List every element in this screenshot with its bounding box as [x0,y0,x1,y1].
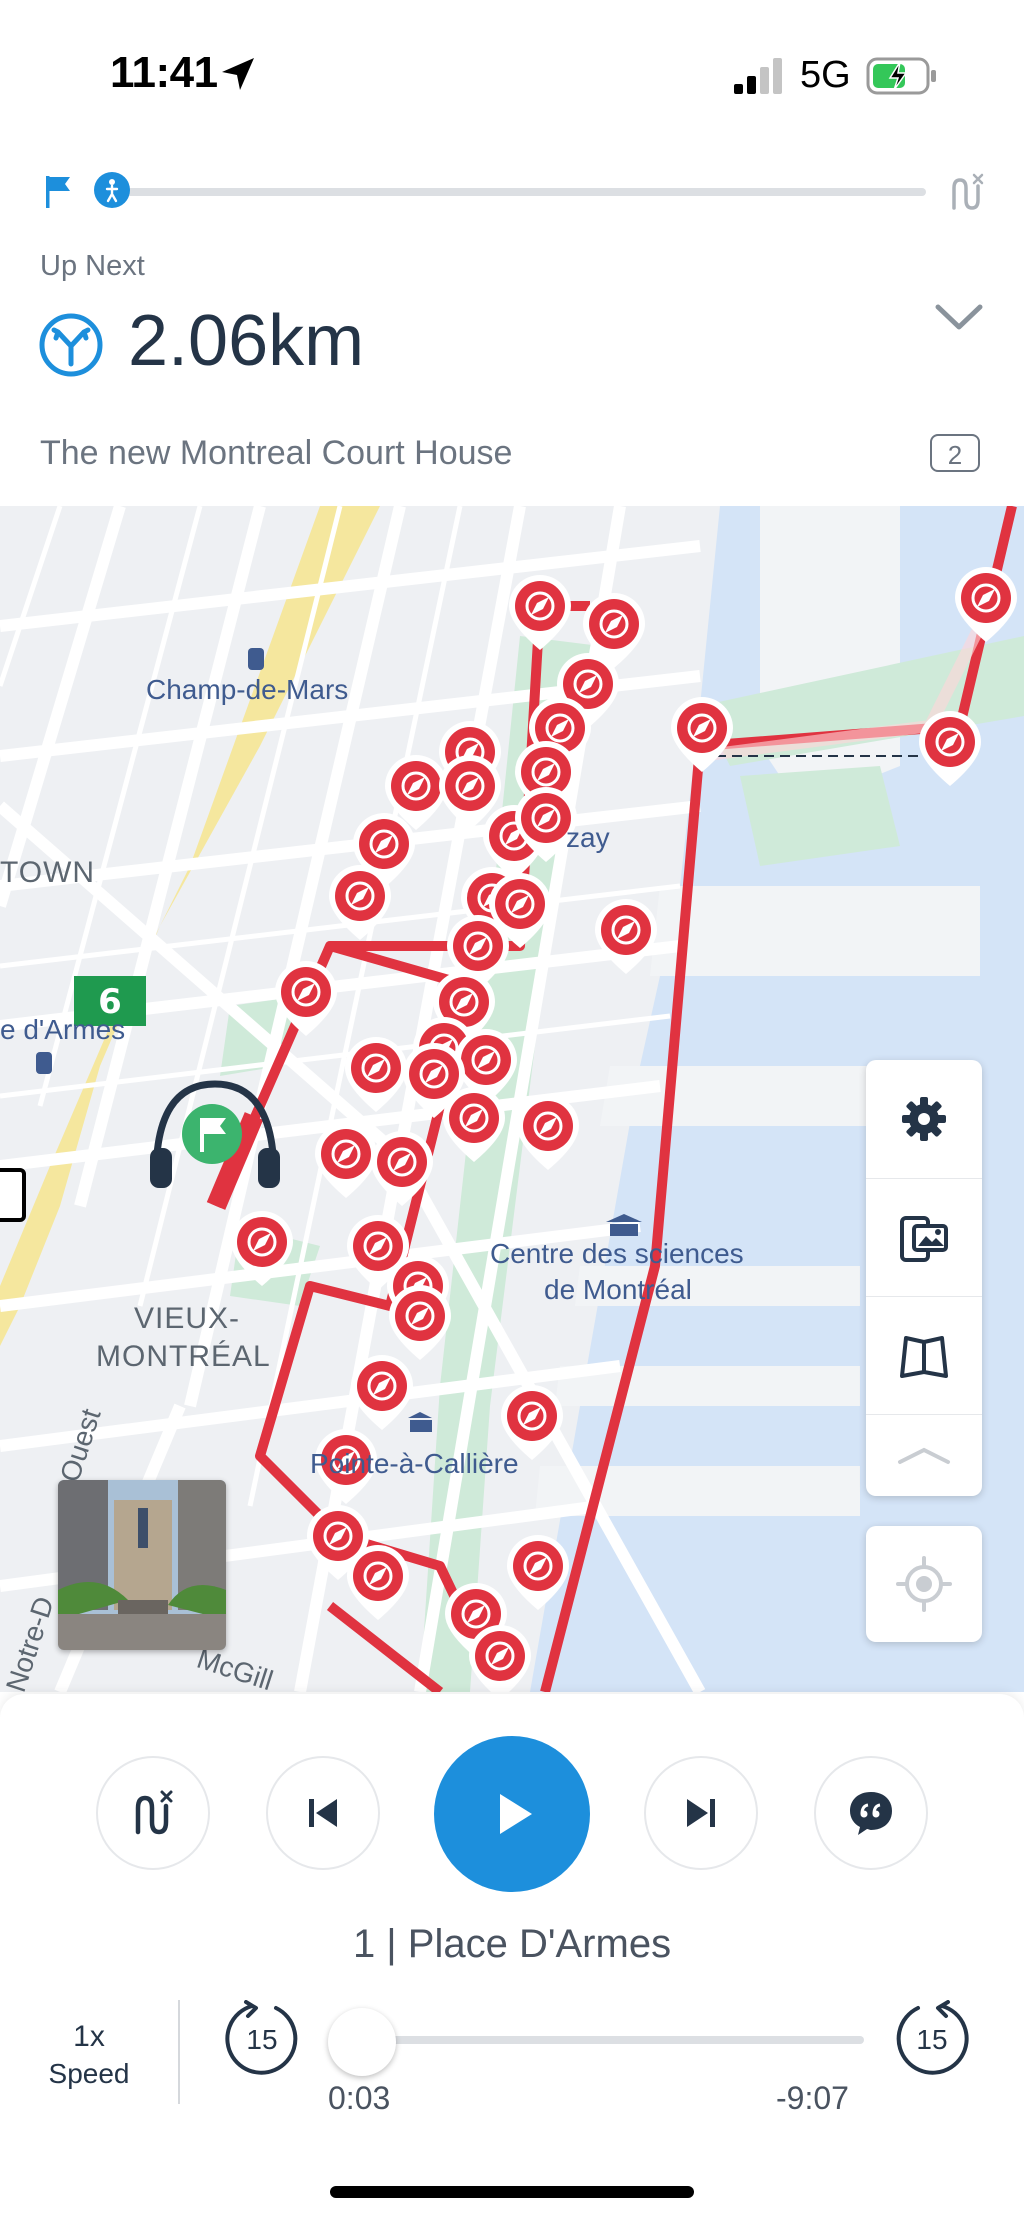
network-type: 5G [800,54,851,96]
location-arrow-icon [222,58,254,90]
skip-forward-15-button[interactable]: 15 [892,2000,972,2080]
recenter-location-button[interactable] [866,1526,982,1642]
play-icon [500,1794,532,1834]
previous-stop-button[interactable] [266,1756,380,1870]
stop-count-badge[interactable]: 2 [930,434,980,472]
route-end-icon[interactable] [946,172,986,214]
fork-direction-icon [39,313,103,377]
skip-back-seconds: 15 [246,2024,278,2055]
remaining-time: -9:07 [776,2080,849,2116]
speed-value: 1x [73,2020,105,2053]
map-label-de-montreal: de Montréal [544,1274,692,1305]
guide-book-button[interactable] [866,1296,982,1415]
map-label-vieux: VIEUX- [134,1302,241,1335]
map-controls-panel [866,1060,982,1496]
next-stop-street: The new Montreal Court House [40,434,513,472]
speed-divider [178,2000,180,2104]
elapsed-time: 0:03 [328,2080,391,2116]
stop-title: 1 | Place D'Armes [352,1922,672,1966]
status-time: 11:41 [110,48,218,97]
play-button[interactable] [434,1736,590,1892]
home-indicator [330,2186,694,2198]
transcript-button[interactable] [814,1756,928,1870]
next-distance: 2.06km [128,301,365,381]
settings-button[interactable] [866,1060,982,1178]
battery-charging-icon [866,57,936,95]
audio-progress-track[interactable] [364,2036,864,2044]
chevron-down-icon[interactable] [934,302,984,332]
gear-icon [902,1097,946,1141]
speed-label: Speed [48,2058,130,2089]
photo-gallery-button[interactable] [866,1178,982,1297]
route-button[interactable] [96,1756,210,1870]
audio-scrubber-knob[interactable] [328,2008,396,2076]
chevron-up-icon [898,1447,950,1464]
walking-person-icon [94,172,130,208]
route-end-icon [135,1790,173,1835]
signal-bars-icon [734,58,782,94]
map-label-champ-de-mars: Champ-de-Mars [146,674,349,705]
tour-progress-track [108,188,926,196]
map-label-place-darmes: e d'Armes [0,1014,126,1045]
next-stop-button[interactable] [644,1756,758,1870]
map-label-centre-sciences: Centre des sciences [490,1238,744,1269]
crosshair-location-icon [896,1556,952,1612]
phone-gallery-icon [900,1216,948,1262]
collapse-panel-button[interactable] [866,1414,982,1497]
skip-previous-icon [309,1799,337,1827]
skip-next-icon [687,1799,715,1827]
map-label-montreal: MONTRÉAL [96,1340,271,1373]
skip-forward-seconds: 15 [916,2024,948,2055]
book-icon [900,1336,948,1378]
playback-speed-button[interactable]: 1x Speed [30,2020,148,2090]
map-label-pointe-a-calliere: Pointe-à-Callière [310,1448,519,1479]
skip-back-15-button[interactable]: 15 [222,2000,302,2080]
map-label-bonsecours: zay [566,822,610,853]
stop-photo-thumbnail[interactable] [58,1480,226,1650]
up-next-label: Up Next [40,250,145,282]
start-flag-icon [46,176,70,208]
quote-bubble-icon [850,1792,892,1835]
map-label-town: TOWN [0,856,96,889]
